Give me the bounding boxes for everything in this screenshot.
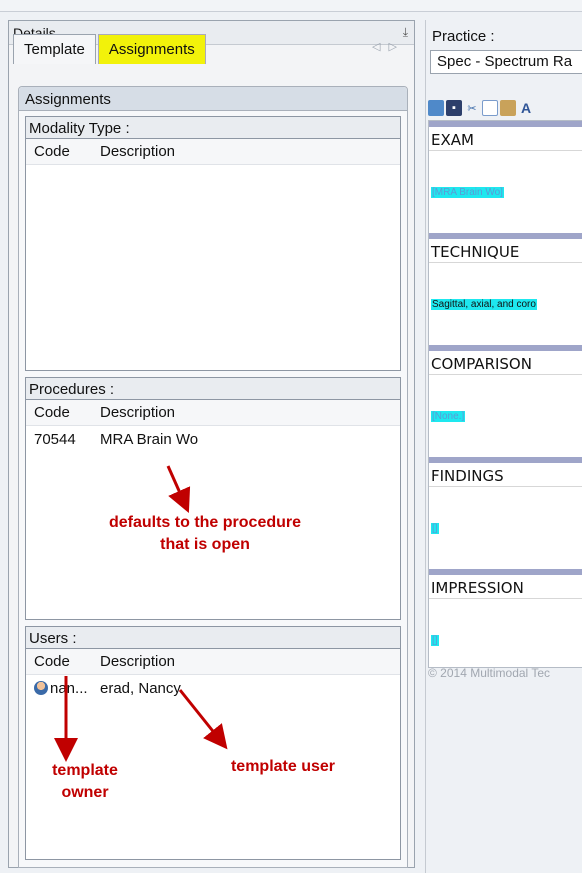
section-body[interactable]: [] <box>429 599 582 667</box>
practice-select[interactable]: Spec - Spectrum Ra <box>430 50 582 74</box>
assignments-title: Assignments <box>19 87 407 111</box>
tab-bar: Template Assignments <box>13 34 206 64</box>
users-title: Users : <box>26 627 400 649</box>
section-heading: IMPRESSION <box>429 575 582 599</box>
tab-template[interactable]: Template <box>13 34 96 64</box>
procedures-grid-header: Code Description <box>26 400 400 426</box>
annotation-template-user: template user <box>230 758 336 775</box>
section-heading: FINDINGS <box>429 463 582 487</box>
user-code: nan... <box>50 679 88 697</box>
user-avatar-icon <box>34 680 48 695</box>
exam-field[interactable]: [MRA Brain Wo] <box>431 186 504 198</box>
cut-icon[interactable]: ✂ <box>464 100 480 116</box>
comparison-field[interactable]: [None.] <box>431 410 466 422</box>
section-body[interactable]: Sagittal, axial, and coro <box>429 263 582 345</box>
section-body[interactable]: [] <box>429 487 582 569</box>
table-row[interactable]: nan... erad, Nancy <box>26 675 400 701</box>
save-icon[interactable]: ▪ <box>446 100 462 116</box>
col-description[interactable]: Description <box>100 404 175 421</box>
practice-label: Practice : <box>432 28 495 45</box>
procedure-code: 70544 <box>34 430 76 448</box>
col-code[interactable]: Code <box>26 653 100 670</box>
modality-grid-header: Code Description <box>26 139 400 165</box>
procedures-section: Procedures : Code Description 70544 MRA … <box>25 377 401 620</box>
impression-field[interactable]: [] <box>431 634 439 646</box>
pin-icon[interactable]: ⤓ <box>403 25 408 40</box>
open-folder-icon[interactable] <box>428 100 444 116</box>
section-heading: TECHNIQUE <box>429 239 582 263</box>
top-border <box>0 0 582 12</box>
tab-template-label: Template <box>24 41 85 58</box>
editor-panel: Practice : Spec - Spectrum Ra ▪ ✂ A EXAM… <box>425 20 582 873</box>
technique-field[interactable]: Sagittal, axial, and coro <box>431 298 537 310</box>
procedures-title: Procedures : <box>26 378 400 400</box>
copy-icon[interactable] <box>482 100 498 116</box>
user-desc: erad, Nancy <box>100 679 181 697</box>
users-grid-header: Code Description <box>26 649 400 675</box>
tab-assignments-label: Assignments <box>108 41 195 58</box>
table-row[interactable]: 70544 MRA Brain Wo <box>26 426 400 452</box>
col-code[interactable]: Code <box>26 404 100 421</box>
user-code-cell: nan... <box>26 680 100 697</box>
copyright-text: © 2014 Multimodal Tec <box>428 666 551 680</box>
annotation-template-owner: template owner <box>52 762 118 801</box>
assignments-panel: Assignments Modality Type : Code Descrip… <box>18 86 408 868</box>
section-body[interactable]: [MRA Brain Wo] <box>429 151 582 233</box>
paste-icon[interactable] <box>500 100 516 116</box>
annotation-procedure-default: defaults to the procedure that is open <box>108 514 302 553</box>
section-body[interactable]: [None.] <box>429 375 582 457</box>
col-description[interactable]: Description <box>100 143 175 160</box>
section-heading: EXAM <box>429 127 582 151</box>
editor-toolbar: ▪ ✂ A <box>428 96 534 120</box>
report-document[interactable]: EXAM [MRA Brain Wo] TECHNIQUE Sagittal, … <box>428 120 582 668</box>
font-icon[interactable]: A <box>518 100 534 116</box>
users-section: Users : Code Description nan... erad, Na… <box>25 626 401 860</box>
col-code[interactable]: Code <box>26 143 100 160</box>
modality-section: Modality Type : Code Description <box>25 116 401 371</box>
procedure-desc: MRA Brain Wo <box>100 430 199 448</box>
tab-assignments[interactable]: Assignments <box>97 34 206 64</box>
col-description[interactable]: Description <box>100 653 175 670</box>
section-heading: COMPARISON <box>429 351 582 375</box>
modality-title: Modality Type : <box>26 117 400 139</box>
findings-field[interactable]: [] <box>431 522 439 534</box>
